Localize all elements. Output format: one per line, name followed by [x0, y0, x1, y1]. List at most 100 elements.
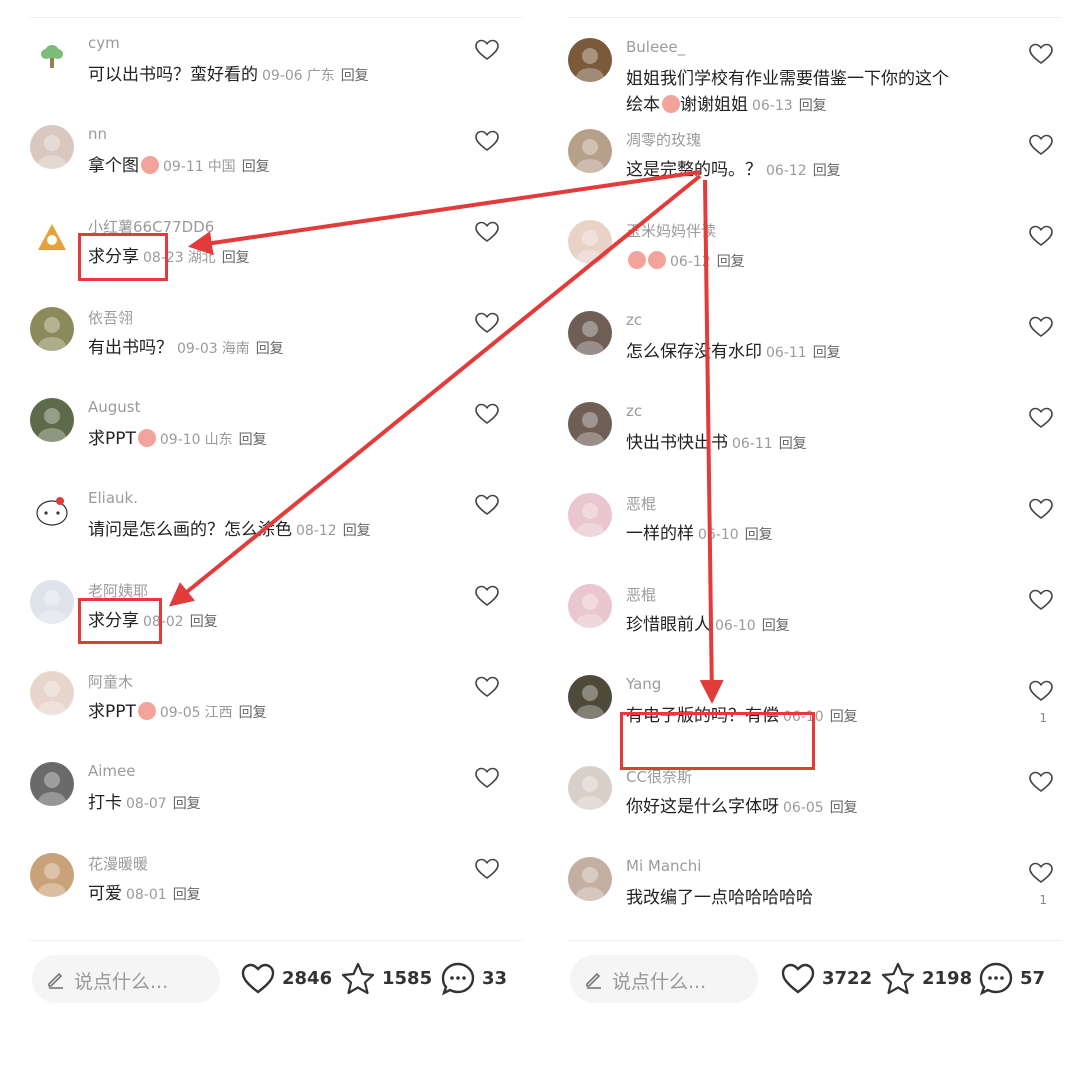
comment-item[interactable]: zc 怎么保存没有水印 06-11 回复	[568, 305, 1060, 396]
heart-icon[interactable]	[1028, 588, 1054, 612]
reply-link[interactable]: 回复	[813, 163, 841, 179]
heart-icon[interactable]	[1028, 497, 1054, 521]
comment-content: 这是完整的吗。？	[626, 160, 762, 180]
yiwuling-avatar[interactable]	[30, 307, 74, 351]
comment-item[interactable]: August 求PPT 09-10 山东 回复	[30, 392, 522, 483]
heart-icon[interactable]	[1028, 770, 1054, 794]
egun-avatar[interactable]	[568, 493, 612, 537]
comment-item[interactable]: 凋零的玫瑰这是完整的吗。？ 06-12 回复	[568, 123, 1060, 214]
username[interactable]: 恶棍	[626, 493, 656, 514]
reply-link[interactable]: 回复	[341, 68, 369, 84]
heart-icon[interactable]	[1028, 315, 1054, 339]
heart-icon[interactable]	[1028, 133, 1054, 157]
laoayi-avatar[interactable]	[30, 580, 74, 624]
comment-item[interactable]: cym 可以出书吗？蛮好看的 09-06 广东 回复	[30, 28, 522, 119]
username[interactable]: zc	[626, 311, 642, 329]
heart-icon[interactable]	[474, 129, 500, 153]
reply-link[interactable]: 回复	[239, 432, 267, 448]
comment-item[interactable]: 阿童木 求PPT 09-05 江西 回复	[30, 665, 522, 756]
comment-item[interactable]: 恶棍 一样的样 06-10 回复	[568, 487, 1060, 578]
cc-avatar[interactable]	[568, 766, 612, 810]
comment-item[interactable]: nn 拿个图 09-11 中国 回复	[30, 119, 522, 210]
buleee-avatar[interactable]	[568, 38, 612, 82]
reply-link[interactable]: 回复	[173, 796, 201, 812]
nn-avatar[interactable]	[30, 125, 74, 169]
username[interactable]: Eliauk.	[88, 489, 138, 507]
heart-icon[interactable]	[474, 766, 500, 790]
heart-icon[interactable]	[1028, 679, 1054, 703]
reply-link[interactable]: 回复	[239, 705, 267, 721]
reply-link[interactable]: 回复	[242, 159, 270, 175]
username[interactable]: 恶棍	[626, 584, 656, 605]
reply-link[interactable]: 回复	[799, 98, 827, 114]
highlight-box	[620, 712, 815, 770]
yang-avatar[interactable]	[568, 675, 612, 719]
comment-item[interactable]: Mi Manchi 我改编了一点哈哈哈哈哈 1	[568, 851, 1060, 942]
comment-item[interactable]: 花漫暖暖 可爱 08-01 回复	[30, 847, 522, 938]
xhs-avatar[interactable]	[30, 216, 74, 260]
reply-link[interactable]: 回复	[190, 614, 218, 630]
username[interactable]: 阿童木	[88, 671, 133, 692]
yumi-avatar[interactable]	[568, 220, 612, 264]
heart-icon[interactable]	[1028, 42, 1054, 66]
heart-icon[interactable]	[474, 220, 500, 244]
username[interactable]: 凋零的玫瑰	[626, 129, 701, 150]
heart-icon[interactable]	[474, 857, 500, 881]
zc-avatar[interactable]	[568, 402, 612, 446]
heart-icon[interactable]	[1028, 224, 1054, 248]
reply-link[interactable]: 回复	[222, 250, 250, 266]
username[interactable]: cym	[88, 34, 120, 52]
comment-item[interactable]: Aimee 打卡 08-07 回复	[30, 756, 522, 847]
reply-link[interactable]: 回复	[745, 527, 773, 543]
reply-link[interactable]: 回复	[830, 800, 858, 816]
reply-link[interactable]: 回复	[813, 345, 841, 361]
comment-input[interactable]: 说点什么...	[570, 955, 758, 1003]
huaman-avatar[interactable]	[30, 853, 74, 897]
username[interactable]: Yang	[626, 675, 661, 693]
reply-link[interactable]: 回复	[343, 523, 371, 539]
username[interactable]: Buleee_	[626, 38, 685, 56]
heart-icon[interactable]	[474, 675, 500, 699]
reply-link[interactable]: 回复	[173, 887, 201, 903]
comment-item[interactable]: zc 快出书快出书 06-11 回复	[568, 396, 1060, 487]
username[interactable]: zc	[626, 402, 642, 420]
zc-avatar[interactable]	[568, 311, 612, 355]
username[interactable]: 依吾翎	[88, 307, 133, 328]
reply-link[interactable]: 回复	[830, 709, 858, 725]
comment-date: 06-12	[766, 163, 807, 179]
heart-icon[interactable]	[1028, 406, 1054, 430]
heart-icon[interactable]	[1028, 861, 1054, 885]
heart-icon[interactable]	[474, 402, 500, 426]
rose-avatar[interactable]	[568, 129, 612, 173]
august-avatar[interactable]	[30, 398, 74, 442]
reply-link[interactable]: 回复	[717, 254, 745, 270]
username[interactable]: nn	[88, 125, 107, 143]
cym-avatar[interactable]	[30, 34, 74, 78]
comment-item[interactable]: CC很奈斯 你好这是什么字体呀 06-05 回复	[568, 760, 1060, 851]
comment-content: 一样的样	[626, 524, 694, 544]
reply-link[interactable]: 回复	[256, 341, 284, 357]
username[interactable]: August	[88, 398, 141, 416]
heart-icon[interactable]	[474, 311, 500, 335]
comment-item[interactable]: 玉米妈妈伴读 06-12 回复	[568, 214, 1060, 305]
username[interactable]: Aimee	[88, 762, 136, 780]
username[interactable]: 花漫暖暖	[88, 853, 148, 874]
comment-content: 可爱	[88, 884, 122, 904]
reply-link[interactable]: 回复	[779, 436, 807, 452]
username[interactable]: 玉米妈妈伴读	[626, 220, 716, 241]
mimanchi-avatar[interactable]	[568, 857, 612, 901]
comment-item[interactable]: 依吾翎 有出书吗？ 09-03 海南 回复	[30, 301, 522, 392]
reply-link[interactable]: 回复	[762, 618, 790, 634]
heart-icon[interactable]	[474, 493, 500, 517]
comment-item[interactable]: Eliauk. 请问是怎么画的？怎么涂色 08-12 回复	[30, 483, 522, 574]
comment-item[interactable]: Buleee_ 姐姐我们学校有作业需要借鉴一下你的这个绘本 谢谢姐姐 06-13 回复	[568, 32, 1060, 123]
atongmu-avatar[interactable]	[30, 671, 74, 715]
comment-item[interactable]: 恶棍 珍惜眼前人 06-10 回复	[568, 578, 1060, 669]
username[interactable]: Mi Manchi	[626, 857, 701, 875]
heart-icon[interactable]	[474, 38, 500, 62]
egun-avatar[interactable]	[568, 584, 612, 628]
eliauk-avatar[interactable]	[30, 489, 74, 533]
comment-input[interactable]: 说点什么...	[32, 955, 220, 1003]
aimee-avatar[interactable]	[30, 762, 74, 806]
heart-icon[interactable]	[474, 584, 500, 608]
